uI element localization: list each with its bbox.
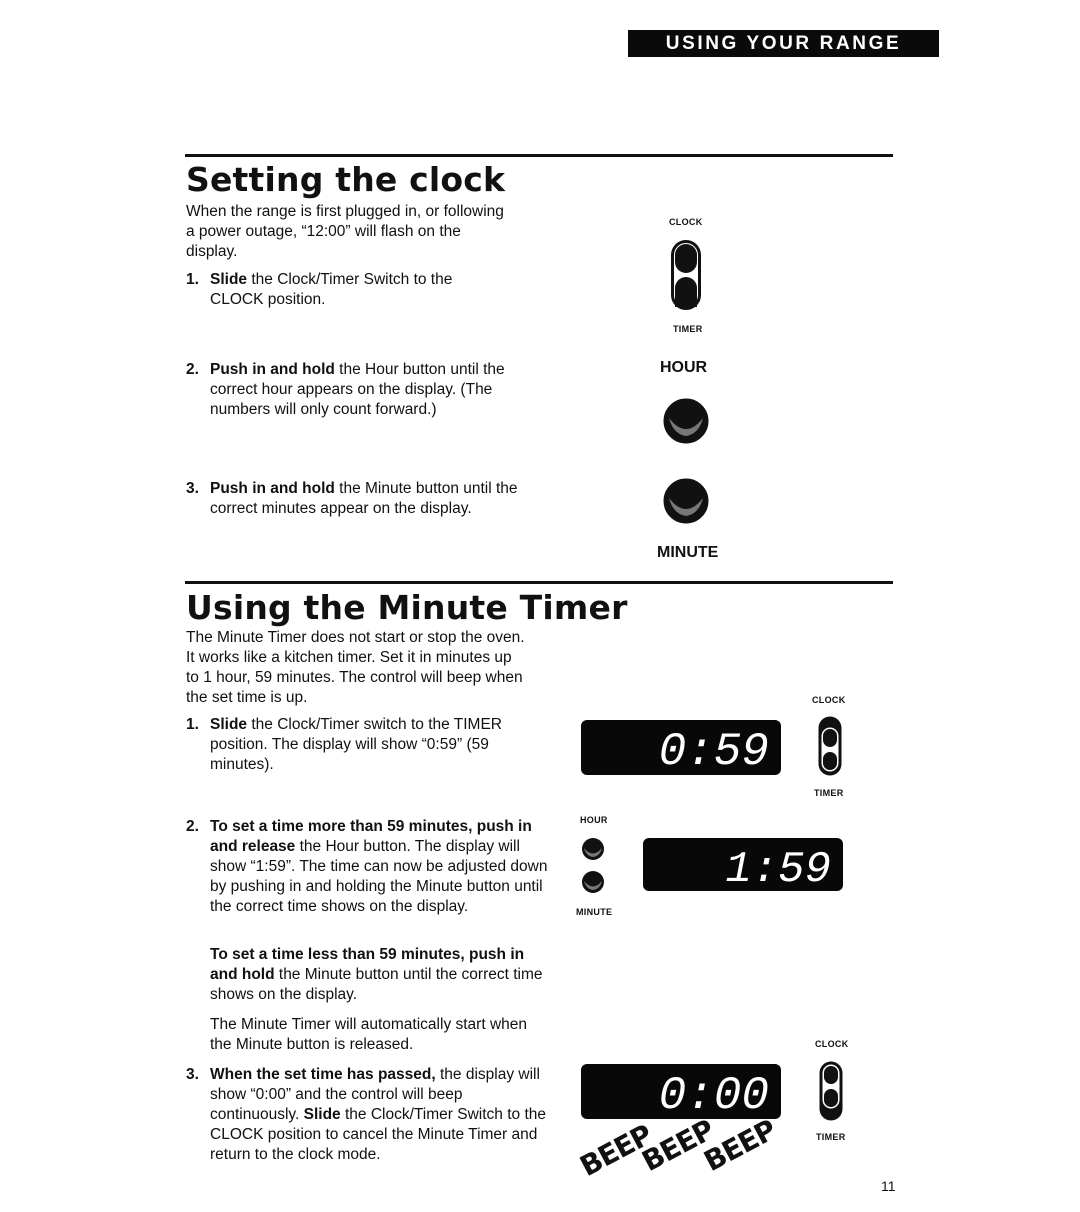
minute-label: MINUTE (576, 907, 613, 917)
switch-timer-label: TIMER (816, 1132, 846, 1142)
switch-timer-label: TIMER (814, 788, 844, 798)
switch-timer-label: TIMER (673, 324, 703, 334)
section-divider (185, 581, 893, 584)
timer-step-2: 2. To set a time more than 59 minutes, p… (186, 818, 548, 915)
display-readout: 0:00 (659, 1070, 769, 1119)
clock-step-3: 3. Push in and hold the Minute button un… (186, 480, 518, 517)
hour-label: HOUR (660, 359, 708, 376)
minute-button-icon[interactable] (581, 870, 605, 894)
timer-section-title: Using the Minute Timer (186, 588, 628, 627)
hour-button-icon[interactable] (581, 837, 605, 861)
timer-step-2-note: The Minute Timer will automatically star… (210, 1016, 528, 1053)
clock-timer-switch-icon[interactable] (671, 240, 701, 310)
beep-text: BEEP (698, 1113, 782, 1178)
clock-timer-switch-icon[interactable] (817, 715, 843, 777)
display-readout: 0:59 (659, 726, 769, 775)
timer-step-2-less-than: To set a time less than 59 minutes, push… (210, 946, 543, 1003)
hour-label: HOUR (580, 815, 608, 825)
clock-intro: When the range is first plugged in, or f… (186, 203, 504, 260)
switch-clock-label: CLOCK (815, 1039, 849, 1049)
display-readout: 1:59 (725, 845, 831, 891)
timer-intro: The Minute Timer does not start or stop … (186, 629, 525, 706)
switch-clock-label: CLOCK (812, 695, 846, 705)
timer-display-000: 0:00 (581, 1064, 781, 1119)
clock-step-1: 1. Slide the Clock/Timer Switch to the C… (186, 271, 453, 308)
switch-clock-label: CLOCK (669, 217, 703, 227)
clock-step-2: 2. Push in and hold the Hour button unti… (186, 361, 505, 418)
minute-button-icon[interactable] (663, 478, 709, 524)
page-number: 11 (881, 1178, 896, 1194)
timer-display-059: 0:59 (581, 720, 781, 775)
clock-section-title: Setting the clock (186, 160, 506, 199)
hour-button-icon[interactable] (663, 398, 709, 444)
section-banner: USING YOUR RANGE (628, 30, 939, 57)
clock-timer-switch-icon[interactable] (818, 1060, 844, 1122)
section-divider (185, 154, 893, 157)
timer-step-3: 3. When the set time has passed, the dis… (186, 1066, 546, 1163)
timer-step-1: 1. Slide the Clock/Timer switch to the T… (186, 716, 503, 773)
timer-display-159: 1:59 (643, 838, 843, 891)
minute-label: MINUTE (657, 544, 719, 561)
